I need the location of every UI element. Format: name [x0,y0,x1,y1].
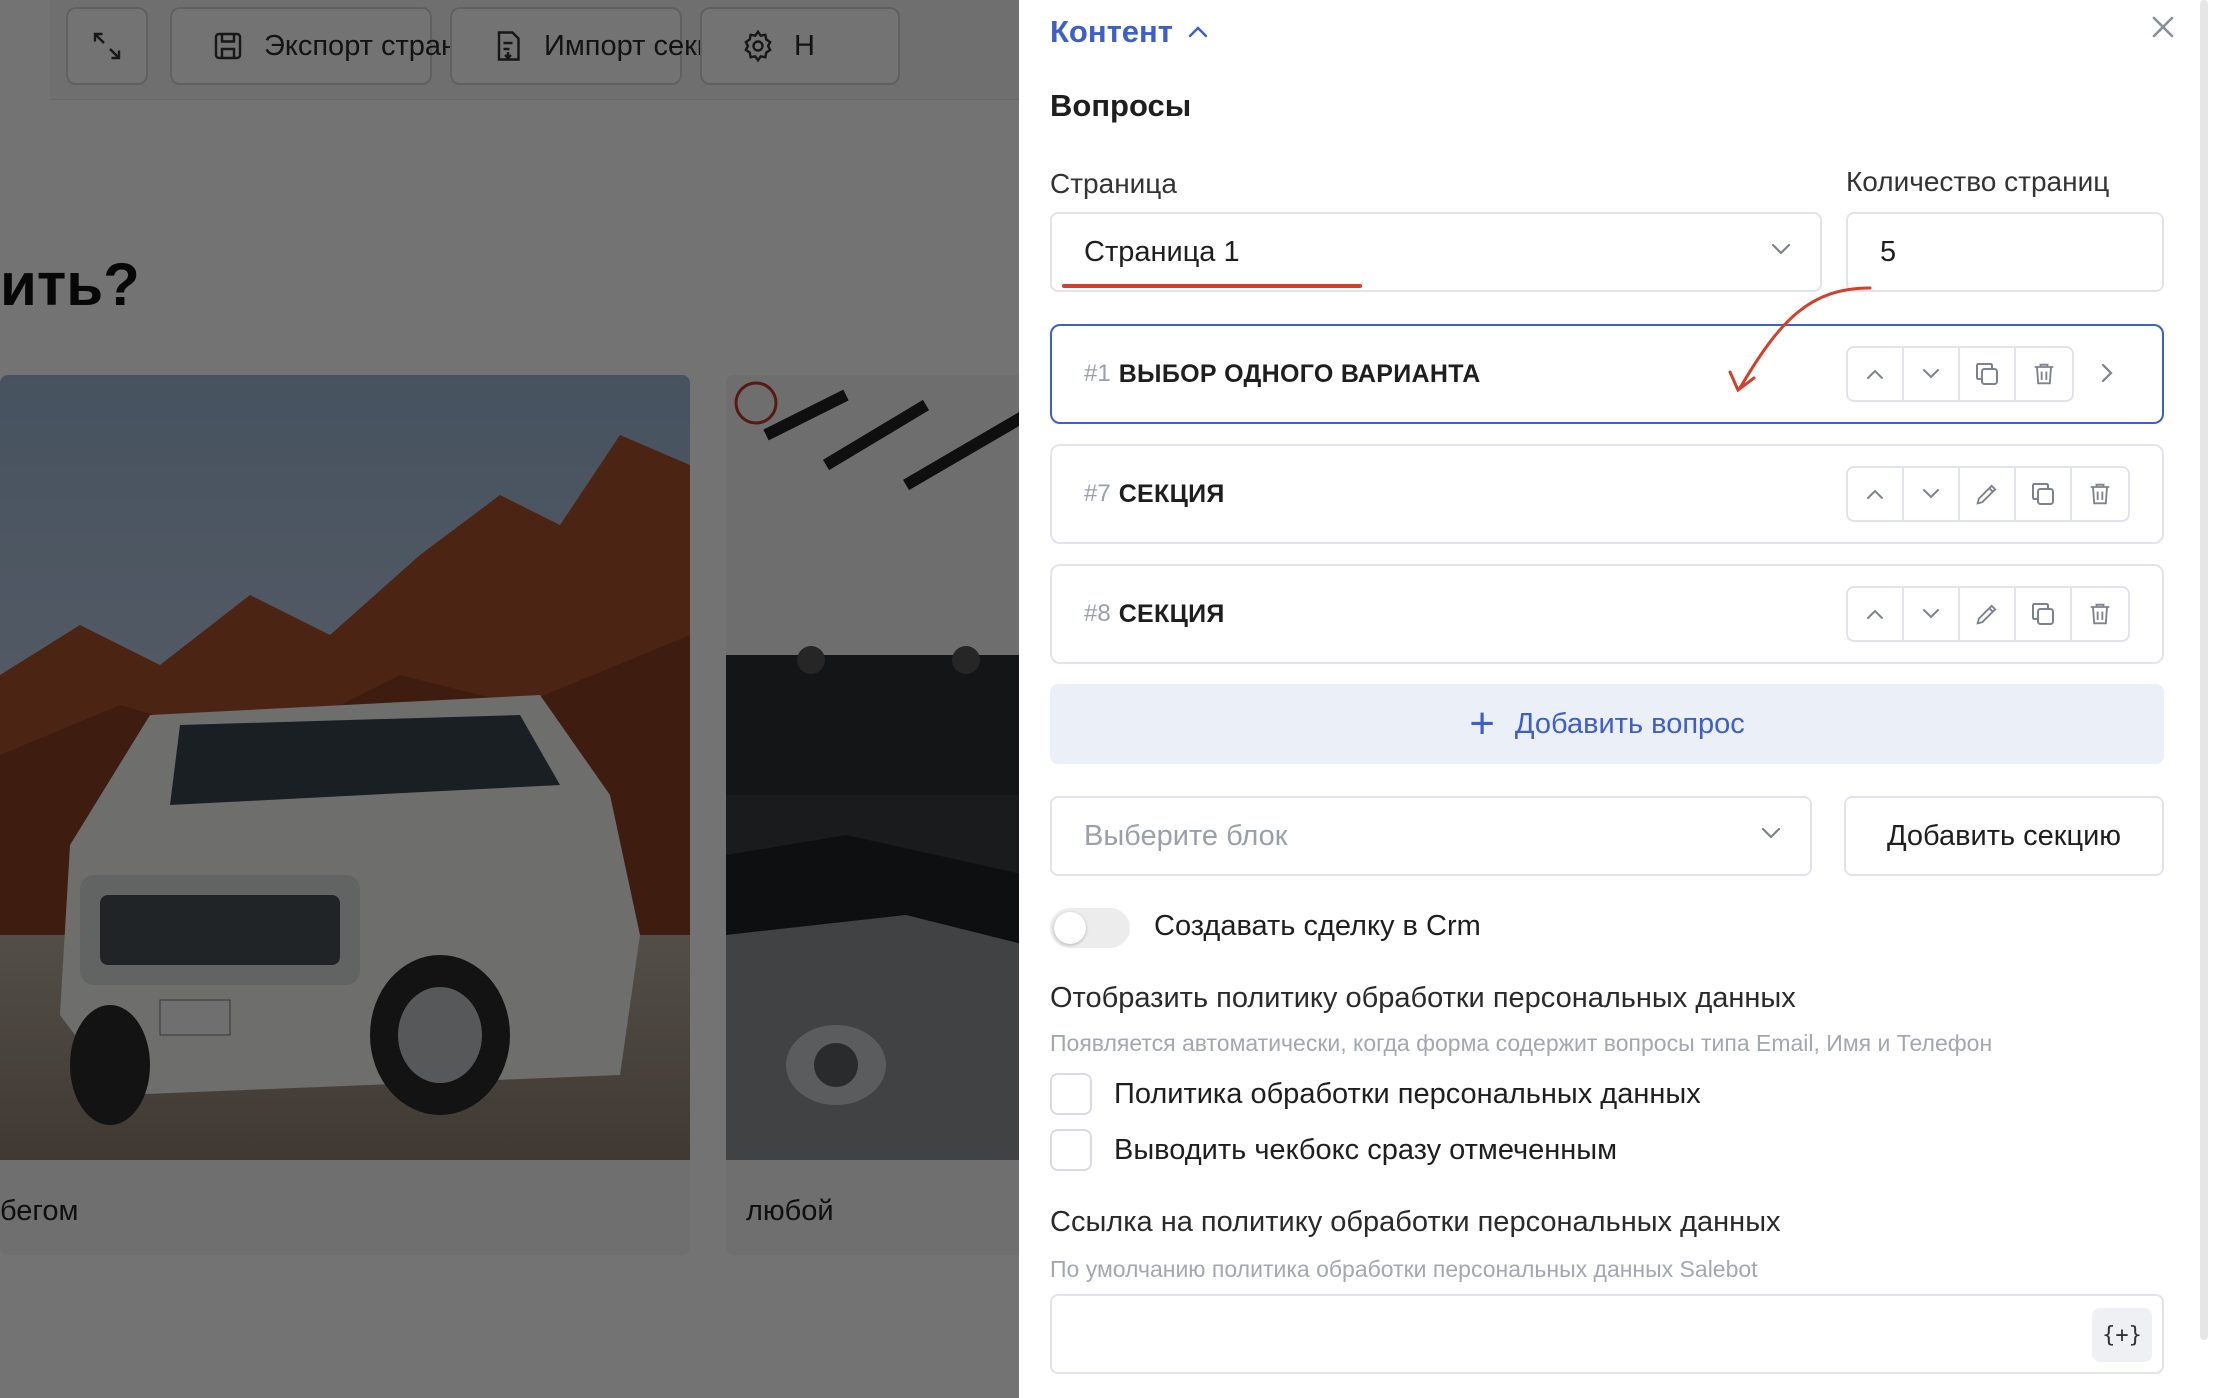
delete-button[interactable] [2072,468,2128,520]
trash-icon [2090,603,2110,625]
page-count-input[interactable]: 5 [1846,212,2164,292]
crm-toggle[interactable] [1050,908,1130,948]
chevron-down-icon [1923,369,1939,379]
question-title: СЕКЦИЯ [1118,479,1225,508]
export-page-button[interactable]: Экспорт страницы [170,7,511,85]
variable-icon: {+} [2102,1322,2142,1348]
privacy-link-hint: По умолчанию политика обработки персонал… [1050,1256,1758,1282]
settings-label: Н [794,29,815,62]
privacy-policy-checkbox[interactable] [1050,1073,1092,1115]
panel-scrollbar[interactable] [2200,0,2208,1340]
privacy-link-input[interactable]: {+} [1050,1294,2164,1374]
edit-button[interactable] [1960,588,2016,640]
answer-card-2[interactable] [726,375,1019,1255]
chevron-down-icon [1771,243,1791,255]
chevron-down-icon [1923,609,1939,619]
edit-button[interactable] [1960,468,2016,520]
crm-toggle-label: Создавать сделку в Crm [1154,910,1481,942]
question-actions [1846,346,2074,402]
expand-button[interactable] [66,7,148,85]
checked-by-default-checkbox-label: Выводить чекбокс сразу отмеченным [1114,1134,1618,1166]
block-select-placeholder: Выберите блок [1084,819,1288,852]
duplicate-button[interactable] [2016,588,2072,640]
privacy-hint: Появляется автоматически, когда форма со… [1050,1030,1993,1056]
questions-title: Вопросы [1050,88,1192,123]
question-row-1[interactable]: #1 ВЫБОР ОДНОГО ВАРИАНТА [1050,324,2164,424]
trash-icon [2034,363,2054,385]
question-number: #8 [1084,600,1111,627]
add-section-label: Добавить секцию [1886,819,2122,852]
chevron-up-icon [1867,369,1883,379]
add-question-label: Добавить вопрос [1514,707,1745,740]
duplicate-button[interactable] [1960,348,2016,400]
import-icon [497,31,520,61]
close-panel-button[interactable] [2148,12,2178,42]
panel-title: Контент [1050,14,1173,49]
privacy-title: Отобразить политику обработки персональн… [1050,982,1796,1014]
page-select-value: Страница 1 [1084,235,1240,268]
copy-icon [2032,603,2054,625]
question-actions [1846,466,2130,522]
add-question-button[interactable]: + Добавить вопрос [1050,684,2164,764]
editor-toolbar: Экспорт страницы Импорт секции Н [50,0,1019,100]
move-down-button[interactable] [1904,468,1960,520]
settings-button[interactable]: Н [700,7,900,85]
background-page: Экспорт страницы Импорт секции Н ить? бе… [0,0,1019,1398]
move-up-button[interactable] [1848,348,1904,400]
page-heading: ить? [0,251,140,318]
expand-icon [93,32,121,60]
chevron-down-icon [1923,489,1939,499]
block-select[interactable]: Выберите блок [1050,796,1812,876]
trash-icon [2090,483,2110,505]
plus-icon: + [1469,699,1495,748]
delete-button[interactable] [2016,348,2072,400]
content-section-toggle[interactable]: Контент [1050,14,1209,50]
copy-icon [2032,483,2054,505]
chevron-up-icon [1867,489,1883,499]
page-select-label: Страница [1050,168,1177,199]
answer-card-2-label: любой [746,1195,834,1227]
answer-card-1[interactable] [0,375,690,1255]
privacy-link-label: Ссылка на политику обработки персональны… [1050,1206,1781,1238]
gear-icon [744,29,772,63]
page-select[interactable]: Страница 1 [1050,212,1822,292]
insert-variable-button[interactable]: {+} [2092,1308,2152,1362]
import-section-button[interactable]: Импорт секции [450,7,746,85]
move-up-button[interactable] [1848,468,1904,520]
move-down-button[interactable] [1904,348,1960,400]
pencil-icon [1976,604,1997,625]
question-row-3[interactable]: #8 СЕКЦИЯ [1050,564,2164,664]
annotation-underline [1062,284,1362,288]
close-icon [2152,16,2174,38]
checked-by-default-checkbox[interactable] [1050,1129,1092,1171]
answer-card-1-label: бегом [0,1195,79,1227]
save-icon [214,32,242,60]
question-actions [1846,586,2130,642]
question-number: #1 [1084,360,1111,387]
page-count-value: 5 [1880,235,1897,268]
duplicate-button[interactable] [2016,468,2072,520]
toggle-knob [1054,912,1086,944]
suv-photo [0,375,690,1160]
chevron-up-icon [1867,609,1883,619]
chevron-down-icon [1761,827,1781,839]
question-number: #7 [1084,480,1111,507]
move-down-button[interactable] [1904,588,1960,640]
copy-icon [1976,363,1998,385]
move-up-button[interactable] [1848,588,1904,640]
question-title: ВЫБОР ОДНОГО ВАРИАНТА [1118,359,1481,388]
showroom-photo [726,375,1019,1160]
add-section-button[interactable]: Добавить секцию [1844,796,2164,876]
privacy-policy-checkbox-label: Политика обработки персональных данных [1114,1078,1701,1110]
page-count-label: Количество страниц [1846,166,2110,197]
pencil-icon [1976,484,1997,505]
question-row-2[interactable]: #7 СЕКЦИЯ [1050,444,2164,544]
question-title: СЕКЦИЯ [1118,599,1225,628]
chevron-right-icon[interactable] [2100,362,2114,384]
chevron-up-icon [1188,26,1208,38]
delete-button[interactable] [2072,588,2128,640]
